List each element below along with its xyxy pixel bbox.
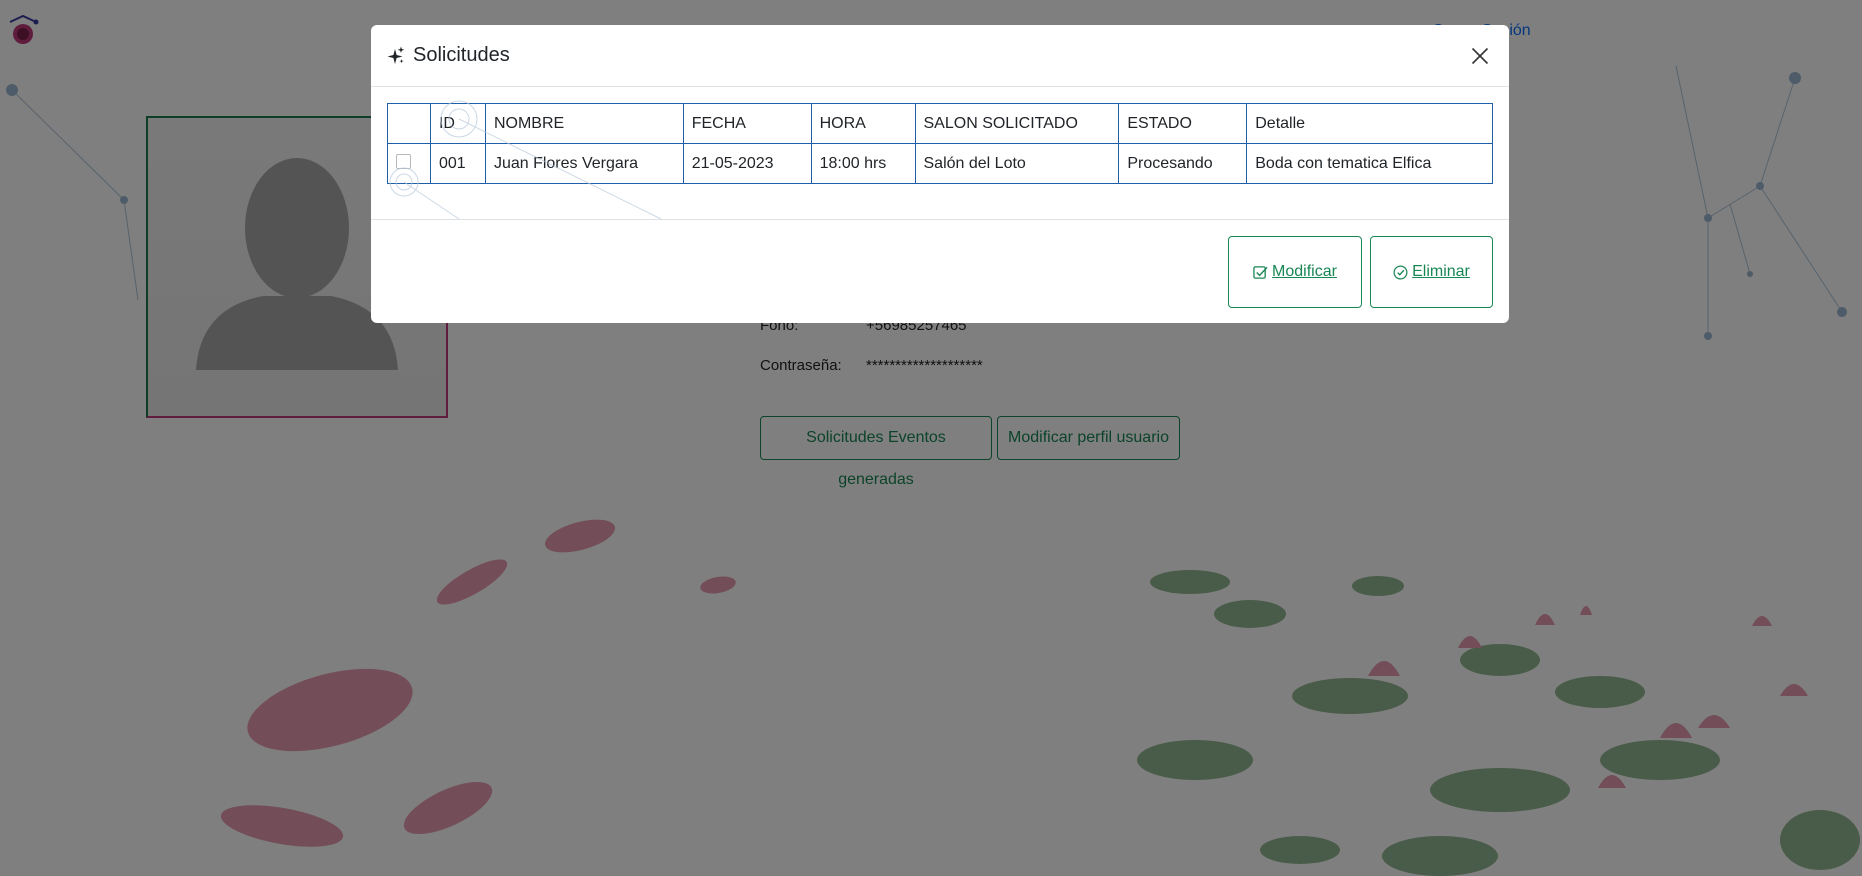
cell-detalle: Boda con tematica Elfica xyxy=(1246,143,1493,184)
cell-fecha: 21-05-2023 xyxy=(682,143,812,184)
check-square-icon xyxy=(1253,265,1268,279)
col-header-id: ID xyxy=(429,103,486,144)
close-icon xyxy=(1471,47,1489,64)
col-header-estado: ESTADO xyxy=(1118,103,1248,144)
col-header-hora: HORA xyxy=(810,103,916,144)
delete-button[interactable]: Eliminar xyxy=(1370,236,1493,308)
check-circle-icon xyxy=(1393,265,1408,279)
delete-button-label: Eliminar xyxy=(1412,263,1470,280)
modal-footer: Modificar Eliminar xyxy=(371,220,1509,323)
cell-nombre: Juan Flores Vergara xyxy=(484,143,684,184)
close-button[interactable] xyxy=(1467,43,1493,69)
cell-hora: 18:00 hrs xyxy=(810,143,916,184)
requests-table: ID NOMBRE FECHA HORA SALON SOLICITADO ES… xyxy=(387,103,1493,184)
col-header-salon: SALON SOLICITADO xyxy=(914,103,1120,144)
col-header-detalle: Detalle xyxy=(1246,103,1493,144)
table-header-row: ID NOMBRE FECHA HORA SALON SOLICITADO ES… xyxy=(387,103,1493,144)
col-header-fecha: FECHA xyxy=(682,103,812,144)
requests-modal: Solicitudes ID NOMBRE FECHA HORA SALON S… xyxy=(371,25,1509,323)
modify-button-label: Modificar xyxy=(1272,263,1337,280)
modal-body: ID NOMBRE FECHA HORA SALON SOLICITADO ES… xyxy=(371,87,1509,220)
cell-id: 001 xyxy=(429,143,486,184)
col-header-nombre: NOMBRE xyxy=(484,103,684,144)
modal-title: Solicitudes xyxy=(387,44,510,67)
row-select-cell xyxy=(387,143,431,184)
row-checkbox[interactable] xyxy=(396,153,411,169)
sparkles-icon xyxy=(387,46,405,64)
modal-header: Solicitudes xyxy=(371,25,1509,87)
table-row[interactable]: 001 Juan Flores Vergara 21-05-2023 18:00… xyxy=(387,143,1493,184)
cell-estado: Procesando xyxy=(1118,143,1248,184)
modal-title-text: Solicitudes xyxy=(413,44,510,66)
cell-salon: Salón del Loto xyxy=(914,143,1120,184)
modify-button[interactable]: Modificar xyxy=(1228,236,1362,308)
col-header-select xyxy=(387,103,431,144)
